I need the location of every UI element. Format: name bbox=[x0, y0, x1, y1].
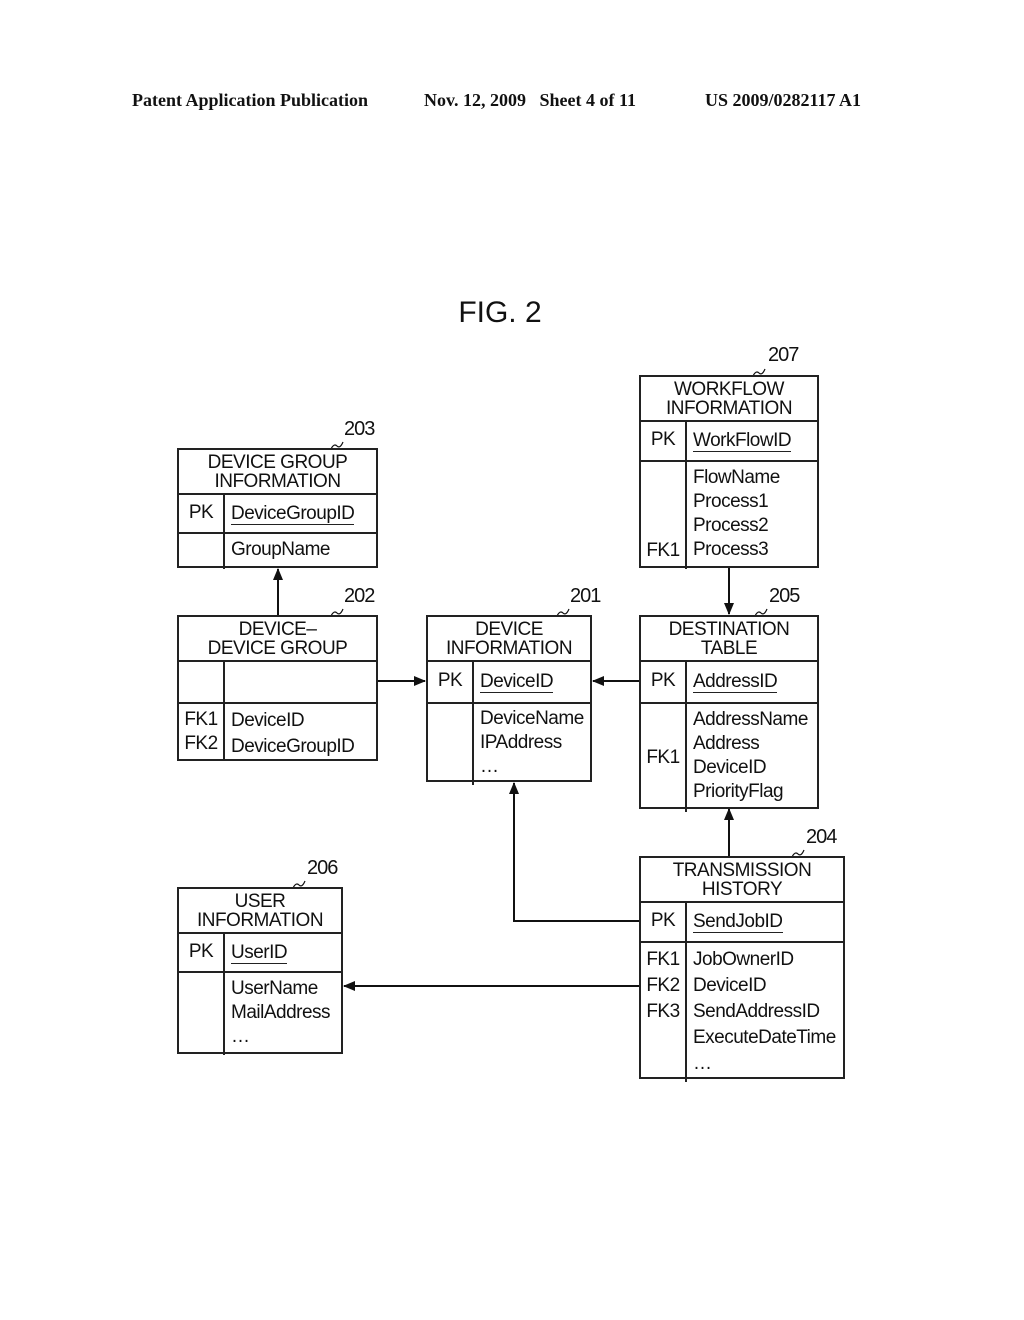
field: FlowName bbox=[693, 467, 780, 488]
pk-label: PK bbox=[179, 934, 225, 971]
link-204-201 bbox=[509, 782, 640, 922]
ref-207: 207 bbox=[768, 344, 799, 366]
entity-title: TABLE bbox=[700, 638, 758, 659]
field: UserName bbox=[231, 978, 318, 999]
key-label bbox=[179, 534, 225, 569]
field: MailAddress bbox=[231, 1002, 331, 1023]
pk-label: PK bbox=[428, 662, 474, 702]
ref-206: 206 bbox=[307, 857, 338, 879]
pk-field: DeviceGroupID bbox=[231, 502, 355, 525]
field: ExecuteDateTime bbox=[693, 1027, 836, 1048]
entity-workflow-information: WORKFLOW INFORMATION PK WorkFlowID FK1 Fl… bbox=[639, 375, 819, 569]
entity-device-device-group: DEVICE– DEVICE GROUP FK1 FK2 DeviceID Dev… bbox=[177, 615, 378, 761]
entity-title: DEVICE GROUP bbox=[207, 452, 348, 473]
entity-title: INFORMATION bbox=[214, 471, 341, 492]
field: … bbox=[480, 756, 499, 777]
ref-204: 204 bbox=[806, 826, 837, 848]
entity-title: INFORMATION bbox=[665, 398, 793, 419]
pk-field: WorkFlowID bbox=[693, 430, 792, 452]
field: PriorityFlag bbox=[693, 781, 784, 802]
field: DeviceID bbox=[693, 975, 767, 996]
fk-label: FK3 bbox=[646, 1001, 680, 1022]
entity-title: WORKFLOW bbox=[674, 379, 785, 400]
ref-201: 201 bbox=[570, 585, 601, 607]
fk-label: FK1 bbox=[641, 704, 687, 812]
pk-label: PK bbox=[641, 422, 687, 460]
entity-title: USER bbox=[234, 891, 286, 912]
field: Process3 bbox=[693, 539, 769, 560]
pk-label: PK bbox=[641, 662, 687, 702]
entity-title: HISTORY bbox=[701, 879, 783, 900]
field: JobOwnerID bbox=[693, 949, 794, 970]
entity-title: INFORMATION bbox=[445, 638, 573, 659]
entity-title: TRANSMISSION bbox=[672, 860, 812, 881]
entity-title: DEVICE GROUP bbox=[207, 638, 348, 659]
field: … bbox=[693, 1053, 712, 1074]
pk-field: DeviceID bbox=[480, 671, 554, 693]
key-label bbox=[428, 704, 474, 785]
pk-label: PK bbox=[641, 903, 687, 941]
field: IPAddress bbox=[480, 732, 562, 753]
entity-device-group-information: DEVICE GROUP INFORMATION PK DeviceGroupID… bbox=[177, 448, 378, 569]
field: … bbox=[231, 1026, 250, 1047]
entity-title: DEVICE bbox=[475, 619, 543, 640]
entity-destination-table: DESTINATION TABLE PK AddressID FK1 Addres… bbox=[639, 615, 819, 812]
key-label bbox=[179, 973, 225, 1055]
field: DeviceGroupID bbox=[231, 736, 355, 757]
field: GroupName bbox=[231, 539, 331, 560]
fk-label: FK2 bbox=[184, 733, 218, 754]
field: DeviceID bbox=[231, 710, 305, 731]
entity-transmission-history: TRANSMISSION HISTORY PK SendJobID FK1 FK2… bbox=[639, 856, 845, 1082]
field: DeviceID bbox=[693, 757, 767, 778]
entity-device-information: DEVICE INFORMATION PK DeviceID DeviceName… bbox=[426, 615, 592, 785]
entity-title: INFORMATION bbox=[196, 910, 324, 931]
entity-title: DEVICE– bbox=[238, 619, 317, 640]
field: Process2 bbox=[693, 515, 769, 536]
field: Process1 bbox=[693, 491, 769, 512]
pk-label bbox=[179, 662, 225, 702]
entity-user-information: USER INFORMATION PK UserID UserName MailA… bbox=[177, 887, 343, 1055]
pk-field: SendJobID bbox=[693, 911, 783, 933]
pk-label: PK bbox=[179, 495, 225, 532]
fk-label: FK2 bbox=[646, 975, 680, 996]
field: SendAddressID bbox=[693, 1001, 820, 1022]
ref-205: 205 bbox=[769, 585, 800, 607]
ref-203: 203 bbox=[344, 418, 375, 440]
ref-202: 202 bbox=[344, 585, 375, 607]
field: DeviceName bbox=[480, 708, 584, 729]
fk-label: FK1 bbox=[646, 949, 680, 970]
field: Address bbox=[693, 733, 760, 754]
field: AddressName bbox=[693, 709, 808, 730]
entity-title: DESTINATION bbox=[668, 619, 790, 640]
pk-field: AddressID bbox=[693, 671, 778, 693]
pk-field: UserID bbox=[231, 941, 288, 964]
fk-label: FK1 bbox=[184, 709, 218, 730]
fk-label: FK1 bbox=[641, 462, 687, 569]
